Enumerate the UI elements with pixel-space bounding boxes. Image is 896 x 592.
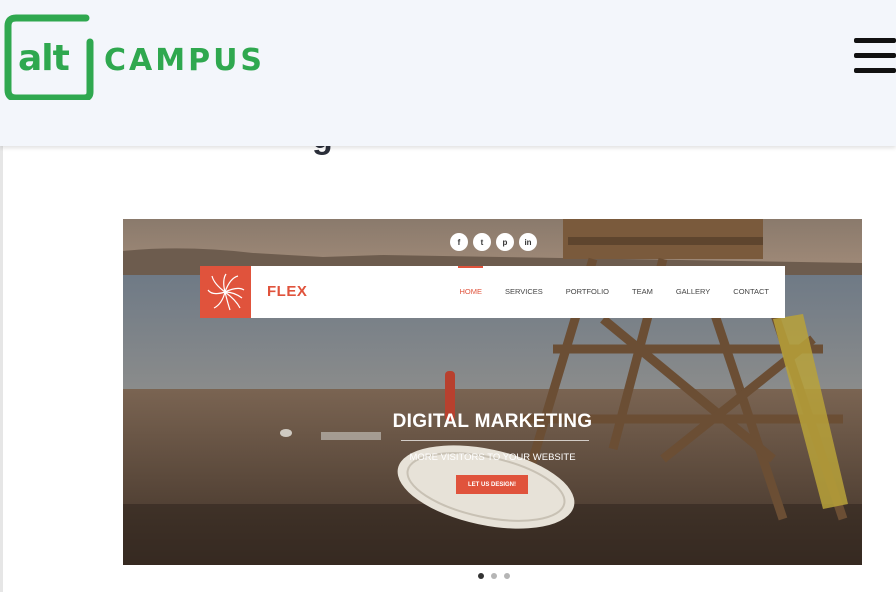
carousel-dot[interactable] [504, 573, 510, 579]
template-nav-portfolio[interactable]: PORTFOLIO [566, 287, 609, 296]
template-nav-gallery[interactable]: GALLERY [676, 287, 710, 296]
carousel-dot[interactable] [491, 573, 497, 579]
hamburger-icon[interactable] [854, 38, 896, 76]
flex-brand: FLEX [267, 283, 308, 300]
logo-alt-text: alt [18, 38, 70, 79]
carousel-dots [478, 573, 510, 579]
template-nav-links: HOME SERVICES PORTFOLIO TEAM GALLERY CONTACT [458, 266, 769, 296]
template-nav-team[interactable]: TEAM [632, 287, 653, 296]
logo-campus-text: CAMPUS [104, 42, 266, 78]
template-nav-home[interactable]: HOME [458, 266, 483, 296]
template-navbar: FLEX HOME SERVICES PORTFOLIO TEAM GALLERY CON… [200, 266, 785, 318]
template-preview-image[interactable]: f t p in FLEX HOME SERVICES PORTFOLIO TEAM GALL… [123, 219, 862, 565]
twitter-icon[interactable]: t [473, 233, 491, 251]
pinterest-icon[interactable]: p [496, 233, 514, 251]
hero-title: DIGITAL MARKETING [392, 411, 593, 432]
carousel-dot[interactable] [478, 573, 484, 579]
left-divider [0, 146, 3, 592]
hero-divider [401, 440, 589, 441]
let-us-design-button[interactable]: LET US DESIGN! [456, 475, 528, 494]
linkedin-icon[interactable]: in [519, 233, 537, 251]
altcampus-logo[interactable]: alt CAMPUS [4, 12, 265, 100]
app-header: alt CAMPUS [0, 0, 896, 146]
flex-logo-icon [200, 266, 251, 318]
hero-subtitle: MORE VISITORS TO YOUR WEBSITE [409, 452, 576, 463]
template-nav-contact[interactable]: CONTACT [733, 287, 769, 296]
template-nav-services[interactable]: SERVICES [505, 287, 543, 296]
facebook-icon[interactable]: f [450, 233, 468, 251]
social-icons: f t p in [450, 233, 537, 251]
logo-bracket-mark: alt [4, 12, 94, 100]
